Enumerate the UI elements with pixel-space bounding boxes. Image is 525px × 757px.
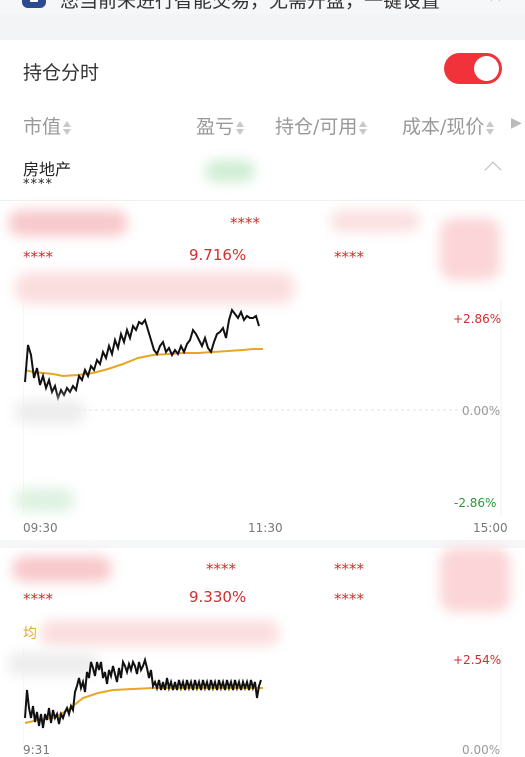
profit-ratio: 9.330%: [189, 588, 247, 606]
holding-card[interactable]: **** **** 9.716% **** +2.86% 0.00% -2.86…: [0, 200, 525, 542]
privacy-blur: [440, 218, 500, 280]
smart-trade-notice[interactable]: 您当前未进行智能交易，无需开盘，一键设置 ✕: [0, 0, 525, 14]
close-icon[interactable]: ✕: [488, 0, 503, 7]
chevron-up-icon[interactable]: [484, 161, 502, 179]
upper-limit-label: +2.54%: [453, 653, 502, 667]
upper-limit-label: +2.86%: [453, 312, 502, 326]
notice-text: 您当前未进行智能交易，无需开盘，一键设置: [60, 0, 441, 12]
position-intraday-row: 持仓分时: [0, 40, 525, 98]
lower-limit-label: -2.86%: [454, 496, 497, 510]
privacy-blur: [40, 620, 280, 646]
today-profit-value: ****: [230, 214, 260, 232]
cost-price-sort[interactable]: 成本/现价: [402, 112, 495, 139]
privacy-blur: [205, 160, 255, 182]
avg-price-line: [24, 348, 263, 378]
sort-icon: [62, 120, 72, 136]
sort-icon: [235, 120, 245, 136]
avg-price-label: 均: [23, 626, 37, 642]
privacy-blur: [8, 210, 128, 236]
time-label-open: 09:30: [23, 521, 58, 535]
sector-group-header[interactable]: 房地产 ****: [0, 148, 525, 201]
price-line: [24, 656, 262, 729]
app-logo-icon: [22, 0, 46, 8]
scroll-right-icon[interactable]: ▶: [511, 115, 522, 131]
market-value: ****: [23, 590, 53, 608]
available-position: ****: [334, 590, 364, 608]
sector-code: ****: [23, 177, 53, 192]
intraday-chart-2[interactable]: [23, 648, 503, 750]
holdings-column-header: 市值 盈亏 持仓/可用 成本/现价 ▶: [0, 98, 525, 148]
position-intraday-toggle[interactable]: [444, 53, 502, 84]
privacy-blur: [12, 556, 112, 582]
sort-icon: [485, 120, 495, 136]
section-gap: [0, 14, 525, 40]
available-position: ****: [334, 248, 364, 266]
sort-icon: [358, 120, 368, 136]
toggle-knob: [474, 56, 499, 81]
time-label-midday: 11:30: [248, 521, 283, 535]
position-intraday-label: 持仓分时: [23, 62, 100, 84]
position-header: 持仓/可用: [275, 116, 358, 138]
zero-line-label: 0.00%: [462, 743, 501, 757]
zero-line-label: 0.00%: [462, 404, 501, 418]
privacy-blur: [15, 400, 85, 424]
market-value-sort[interactable]: 市值: [23, 112, 72, 139]
market-value: ****: [23, 248, 53, 266]
privacy-blur: [440, 548, 510, 612]
privacy-blur: [330, 210, 420, 232]
privacy-blur: [15, 488, 75, 512]
cost-value: ****: [334, 560, 364, 578]
time-label-close: 15:00: [473, 521, 508, 535]
intraday-chart-1[interactable]: [23, 300, 503, 515]
market-value-header: 市值: [23, 116, 62, 138]
price-line: [24, 307, 260, 402]
card-divider: [0, 540, 525, 548]
profit-loss-sort[interactable]: 盈亏: [196, 112, 245, 139]
holding-card[interactable]: **** **** **** 9.330% **** 均 +2.54% 0.00…: [0, 548, 525, 757]
profit-loss-header: 盈亏: [196, 116, 235, 138]
time-label-open: 9:31: [23, 743, 50, 757]
profit-ratio: 9.716%: [189, 246, 247, 264]
position-sort[interactable]: 持仓/可用: [275, 112, 368, 139]
cost-price-header: 成本/现价: [402, 116, 485, 138]
today-profit-value: ****: [206, 560, 236, 578]
